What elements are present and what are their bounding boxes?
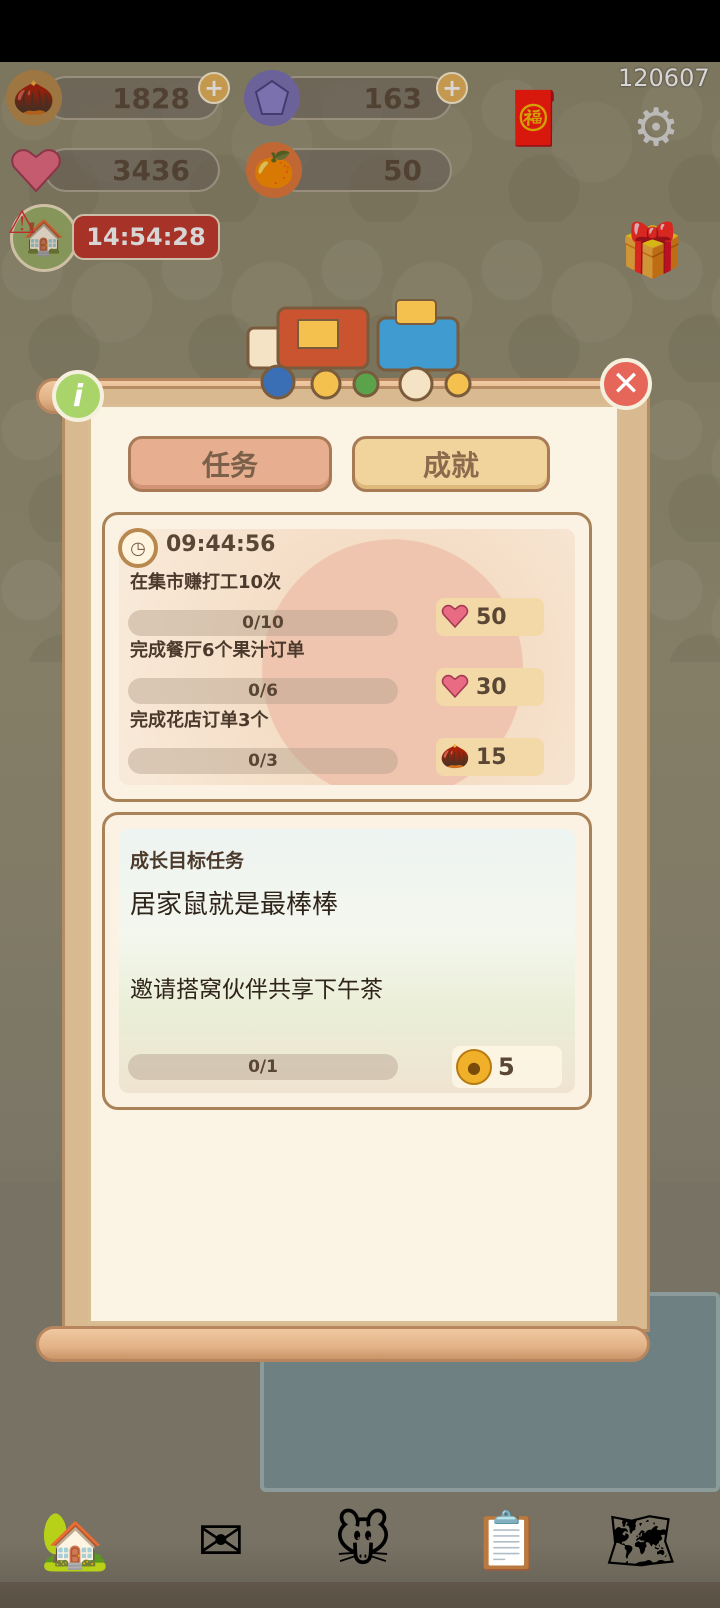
task-1-reward-value: 50	[476, 604, 507, 630]
growth-title: 成长目标任务	[130, 850, 245, 872]
growth-headline: 居家鼠就是最棒棒	[130, 890, 339, 920]
task-1-reward: 50	[436, 598, 544, 636]
task-1-text: 在集市赚打工10次	[130, 572, 282, 593]
close-button[interactable]: ✕	[600, 358, 652, 410]
mail-button[interactable]: ✉	[166, 1486, 276, 1596]
tab-achievements[interactable]: 成就	[352, 436, 550, 492]
task-3-reward-value: 15	[476, 744, 507, 770]
task-1-progress: 0/10	[128, 610, 398, 636]
task-2-text: 完成餐厅6个果汁订单	[130, 640, 305, 661]
growth-description: 邀请搭窝伙伴共享下午茶	[130, 977, 383, 1003]
task-3-text: 完成花店订单3个	[130, 710, 269, 731]
tab-tasks[interactable]: 任务	[128, 436, 332, 492]
task-3-progress: 0/3	[128, 748, 398, 774]
heart-gem-icon	[440, 601, 470, 631]
status-bar	[0, 0, 720, 62]
task-3-reward: 🌰 15	[436, 738, 544, 776]
daily-timer: 09:44:56	[166, 532, 276, 557]
map-button[interactable]: 🗺	[586, 1486, 696, 1596]
bell-icon: ●	[456, 1049, 492, 1085]
home-button[interactable]: 🏡	[20, 1486, 130, 1596]
scroll-bottom-rod	[36, 1326, 650, 1362]
task-2-reward-value: 30	[476, 674, 507, 700]
info-button[interactable]: i	[52, 370, 104, 422]
growth-reward-value: 5	[498, 1053, 515, 1081]
growth-reward: ● 5	[452, 1046, 562, 1088]
task-list-button[interactable]: 📋	[452, 1486, 562, 1596]
acorn-icon: 🌰	[440, 742, 470, 770]
toy-train-icon	[238, 298, 488, 408]
clock-icon: ◷	[118, 528, 158, 568]
heart-gem-icon	[440, 671, 470, 701]
task-2-progress: 0/6	[128, 678, 398, 704]
growth-progress: 0/1	[128, 1054, 398, 1080]
task-2-reward: 30	[436, 668, 544, 706]
friends-button[interactable]: 🐭	[308, 1486, 418, 1596]
